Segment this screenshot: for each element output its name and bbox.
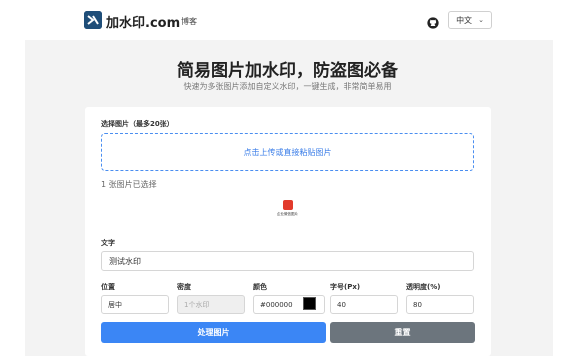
color-label: 颜色 [253,283,267,291]
nav-link-blog[interactable]: 博客 [181,16,197,27]
position-select[interactable]: 居中 [101,295,169,314]
watermark-text-input[interactable]: 测试水印 [101,251,474,271]
position-label: 位置 [101,283,115,291]
selected-count-text: 1 张图片已选择 [101,180,157,189]
process-images-button[interactable]: 处理图片 [101,322,326,343]
language-label: 中文 [456,15,473,25]
chevron-down-icon: ⌄ [478,16,484,24]
upload-dropzone[interactable]: 点击上传或直接粘贴图片 [101,133,474,171]
language-select[interactable]: 中文 ⌄ [448,11,492,29]
reset-button[interactable]: 重置 [330,322,475,343]
upload-label: 选择图片（最多20张） [101,120,174,128]
density-label: 密度 [177,283,191,291]
font-size-label: 字号(Px) [330,283,361,291]
top-navbar: 加水印.com 博客 中文 ⌄ [0,0,575,40]
logo-icon[interactable] [84,11,102,29]
density-select[interactable]: 1个水印 [177,295,245,314]
font-size-input[interactable]: 40 [330,295,398,314]
opacity-label: 透明度(%) [406,283,441,291]
image-preview-icon [283,200,293,210]
color-swatch[interactable] [303,297,316,310]
image-thumbnail[interactable]: 企业微信图片 [275,199,300,221]
page-title: 简易图片加水印，防盗图必备 [177,61,398,81]
opacity-input[interactable]: 80 [406,295,474,314]
github-icon[interactable] [427,14,439,29]
text-label: 文字 [101,239,115,247]
thumbnail-caption: 企业微信图片 [277,212,298,216]
page-subtitle: 快速为多张图片添加自定义水印，一键生成，非常简单易用 [183,82,392,91]
brand-name[interactable]: 加水印.com [106,12,180,31]
